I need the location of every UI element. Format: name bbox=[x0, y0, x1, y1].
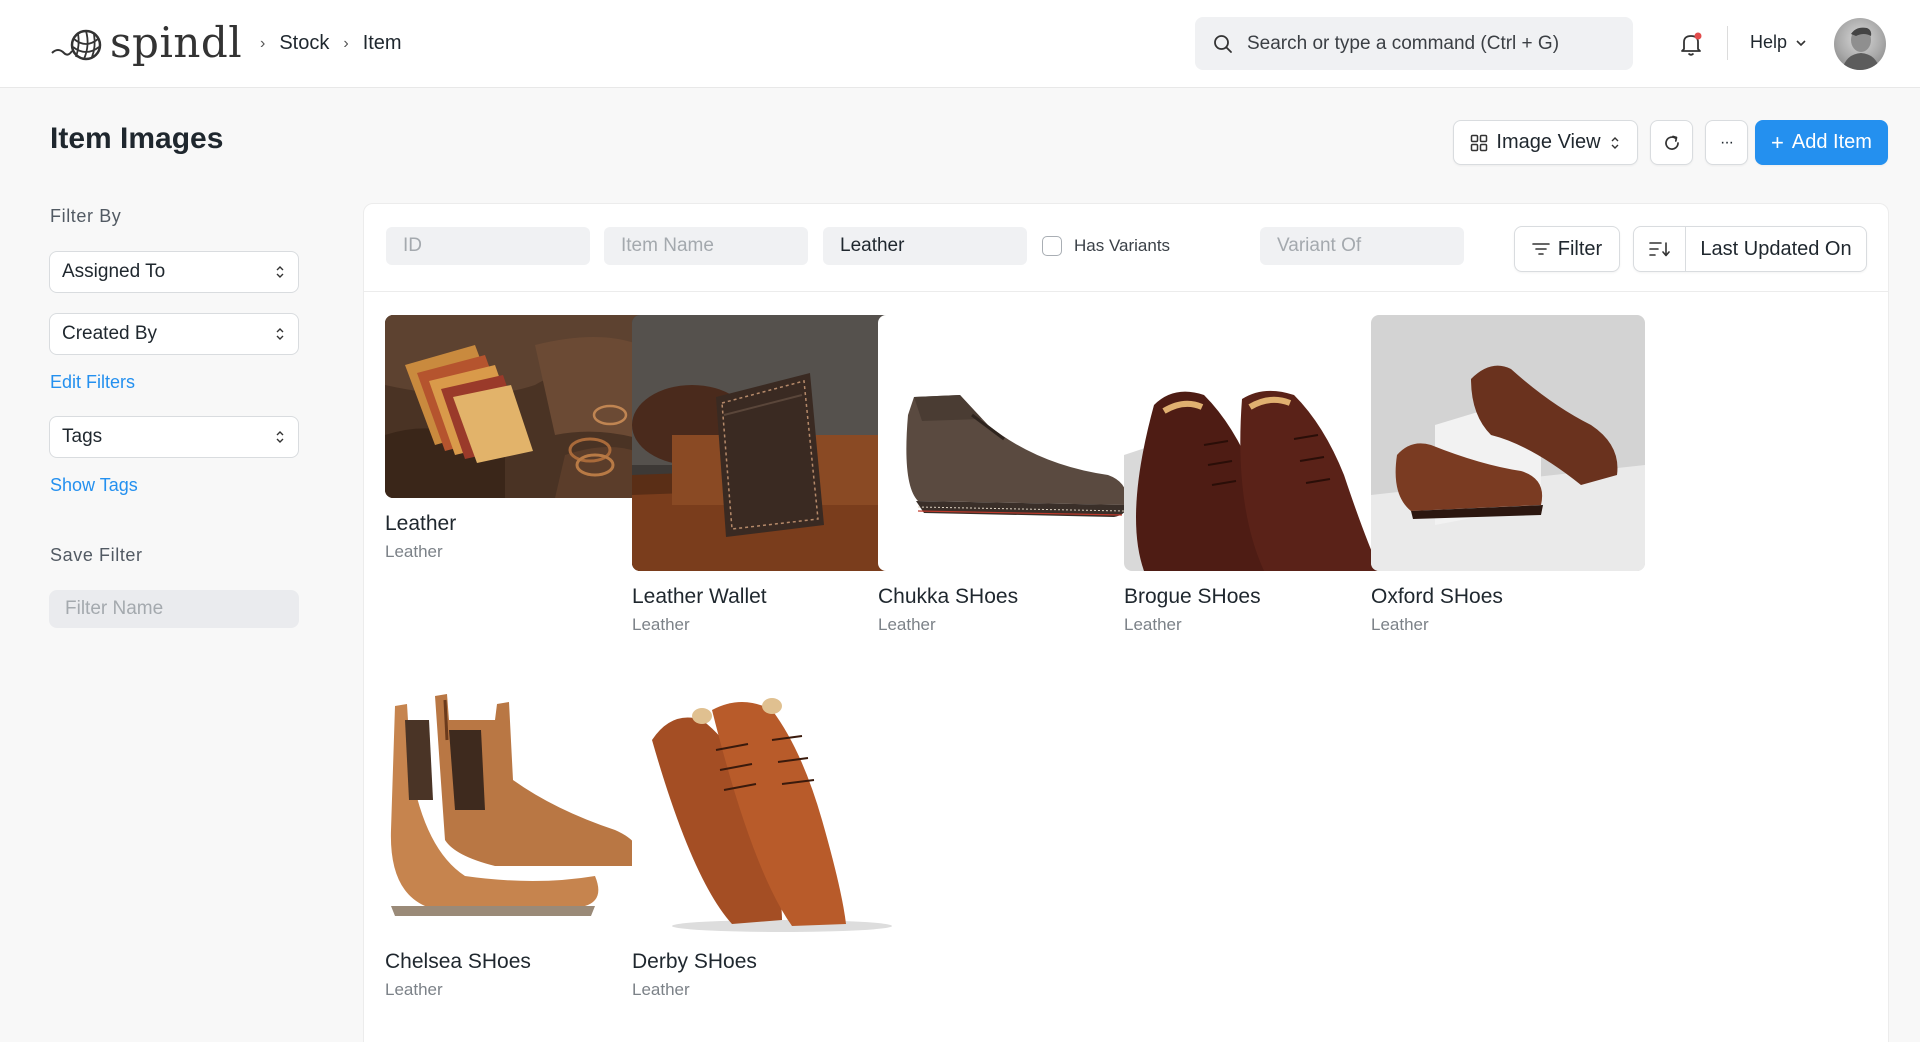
plus-icon: + bbox=[1771, 129, 1784, 155]
item-group: Leather bbox=[1371, 615, 1429, 634]
has-variants-label: Has Variants bbox=[1074, 236, 1171, 255]
checkbox-box[interactable] bbox=[1042, 236, 1062, 256]
item-group: Leather bbox=[1124, 615, 1182, 634]
item-group: Leather bbox=[632, 615, 690, 634]
help-label: Help bbox=[1750, 32, 1788, 52]
notification-bell-icon[interactable] bbox=[1677, 30, 1705, 58]
filter-lines-icon bbox=[1531, 243, 1550, 255]
page-title: Item Images bbox=[50, 122, 224, 155]
variant-of-filter-input[interactable] bbox=[1260, 227, 1464, 265]
item-name[interactable]: Chelsea SHoes bbox=[385, 950, 659, 974]
item-card[interactable]: Chelsea SHoes Leather bbox=[385, 680, 659, 1000]
chukka-shoes-image bbox=[878, 315, 1152, 571]
item-card[interactable]: Derby SHoes Leather bbox=[632, 680, 906, 1000]
refresh-icon bbox=[1664, 135, 1679, 150]
more-dots-icon: ··· bbox=[1720, 133, 1734, 151]
navbar-divider bbox=[1727, 26, 1728, 60]
assigned-to-label: Assigned To bbox=[62, 261, 166, 282]
filter-button[interactable]: Filter bbox=[1514, 226, 1620, 272]
select-arrows-icon bbox=[276, 431, 284, 443]
select-arrows-icon bbox=[1611, 136, 1619, 149]
item-group: Leather bbox=[385, 980, 443, 999]
brogue-shoes-image bbox=[1124, 315, 1398, 571]
item-name[interactable]: Derby SHoes bbox=[632, 950, 906, 974]
more-actions-button[interactable]: ··· bbox=[1705, 120, 1748, 165]
item-group-filter-input[interactable] bbox=[823, 227, 1027, 265]
avatar[interactable] bbox=[1834, 18, 1886, 70]
view-switcher-label: Image View bbox=[1496, 131, 1601, 153]
user-photo-icon bbox=[1842, 27, 1880, 70]
filter-button-label: Filter bbox=[1557, 237, 1603, 260]
tags-label: Tags bbox=[62, 426, 103, 447]
sort-by-button[interactable]: Last Updated On bbox=[1686, 227, 1866, 271]
item-card[interactable]: Leather Leather bbox=[385, 315, 659, 562]
item-group: Leather bbox=[385, 542, 443, 561]
yarn-ball-icon bbox=[51, 29, 102, 60]
search-icon bbox=[1214, 34, 1232, 53]
filter-by-heading: Filter By bbox=[50, 206, 122, 226]
sort-selector: Last Updated On bbox=[1633, 226, 1867, 272]
item-image[interactable] bbox=[385, 680, 659, 936]
item-image[interactable] bbox=[1371, 315, 1645, 571]
navbar: spindl › Stock › Item Help bbox=[0, 0, 1920, 88]
created-by-label: Created By bbox=[62, 323, 158, 344]
search-input[interactable] bbox=[1247, 32, 1617, 55]
item-group: Leather bbox=[878, 615, 936, 634]
chelsea-shoes-image bbox=[385, 680, 659, 936]
breadcrumb-item[interactable]: Item bbox=[363, 32, 402, 55]
id-filter-input[interactable] bbox=[386, 227, 590, 265]
created-by-select[interactable]: Created By bbox=[49, 313, 299, 355]
edit-filters-link[interactable]: Edit Filters bbox=[50, 372, 135, 393]
has-variants-checkbox[interactable]: Has Variants bbox=[1042, 236, 1170, 256]
add-item-button[interactable]: + Add Item bbox=[1755, 120, 1888, 165]
oxford-shoes-image bbox=[1371, 315, 1645, 571]
select-arrows-icon bbox=[276, 266, 284, 278]
tags-select[interactable]: Tags bbox=[49, 416, 299, 458]
item-card[interactable]: Oxford SHoes Leather bbox=[1371, 315, 1645, 635]
filter-name-input[interactable] bbox=[49, 590, 299, 628]
sort-descending-icon bbox=[1648, 242, 1670, 257]
view-switcher-button[interactable]: Image View bbox=[1453, 120, 1638, 165]
help-dropdown[interactable]: Help bbox=[1750, 32, 1809, 53]
item-name[interactable]: Chukka SHoes bbox=[878, 585, 1152, 609]
assigned-to-select[interactable]: Assigned To bbox=[49, 251, 299, 293]
item-image[interactable] bbox=[632, 680, 906, 936]
item-image[interactable] bbox=[878, 315, 1152, 571]
item-name[interactable]: Brogue SHoes bbox=[1124, 585, 1398, 609]
chevron-right-icon: › bbox=[260, 34, 266, 52]
chevron-right-icon: › bbox=[343, 34, 349, 52]
sort-direction-button[interactable] bbox=[1634, 227, 1686, 271]
item-name[interactable]: Leather Wallet bbox=[632, 585, 906, 609]
item-name-filter-input[interactable] bbox=[604, 227, 808, 265]
save-filter-heading: Save Filter bbox=[50, 545, 143, 565]
item-name[interactable]: Leather bbox=[385, 512, 659, 536]
grid-icon bbox=[1471, 134, 1488, 151]
item-image[interactable] bbox=[385, 315, 659, 498]
refresh-button[interactable] bbox=[1650, 120, 1693, 165]
search-bar[interactable] bbox=[1195, 17, 1633, 70]
item-name[interactable]: Oxford SHoes bbox=[1371, 585, 1645, 609]
item-card[interactable]: Brogue SHoes Leather bbox=[1124, 315, 1398, 635]
logo-text: spindl bbox=[110, 18, 243, 67]
add-item-label: Add Item bbox=[1791, 131, 1872, 153]
leather-wallet-image bbox=[632, 315, 906, 571]
derby-shoes-image bbox=[632, 680, 906, 936]
chevron-down-icon bbox=[1796, 39, 1806, 46]
breadcrumb: › Stock › Item bbox=[246, 32, 402, 55]
item-image[interactable] bbox=[632, 315, 906, 571]
select-arrows-icon bbox=[276, 328, 284, 340]
item-card[interactable]: Chukka SHoes Leather bbox=[878, 315, 1152, 635]
item-image[interactable] bbox=[1124, 315, 1398, 571]
item-card[interactable]: Leather Wallet Leather bbox=[632, 315, 906, 635]
item-group: Leather bbox=[632, 980, 690, 999]
leather-hides-image bbox=[385, 315, 659, 498]
app-logo[interactable]: spindl bbox=[50, 18, 242, 67]
show-tags-link[interactable]: Show Tags bbox=[50, 475, 138, 496]
breadcrumb-stock[interactable]: Stock bbox=[279, 32, 329, 55]
item-image-panel: Has Variants Filter Last Updated bbox=[363, 203, 1889, 1042]
standard-filter-bar: Has Variants Filter Last Updated bbox=[364, 204, 1888, 292]
